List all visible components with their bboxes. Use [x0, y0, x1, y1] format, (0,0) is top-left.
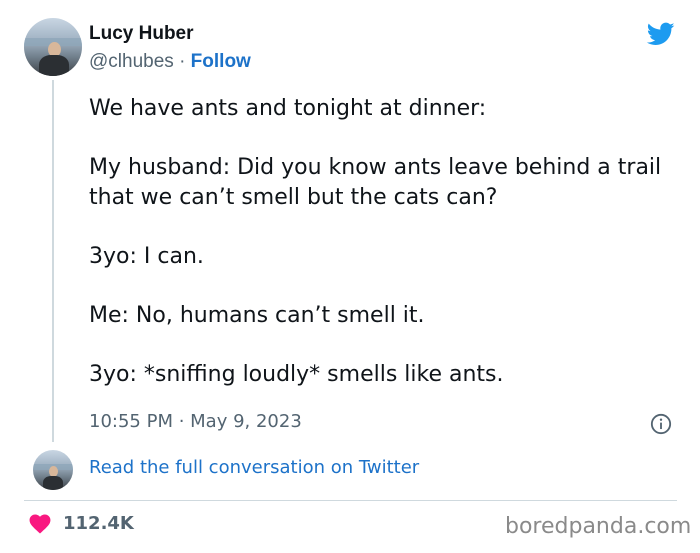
watermark: boredpanda.com: [505, 514, 692, 539]
divider: [24, 500, 677, 501]
tweet-text: We have ants and tonight at dinner: My h…: [89, 94, 689, 389]
handle-separator: ·: [179, 51, 186, 72]
tweet-timestamp[interactable]: 10:55 PM · May 9, 2023: [89, 411, 302, 432]
author-handle-row: @clhubes · Follow: [89, 51, 251, 73]
tweet-paragraph: 3yo: *sniffing loudly* smells like ants.: [89, 361, 504, 387]
author-name[interactable]: Lucy Huber: [89, 23, 194, 45]
like-count[interactable]: 112.4K: [63, 513, 134, 534]
tweet-paragraph: My husband: Did you know ants leave behi…: [89, 155, 662, 210]
info-icon[interactable]: [650, 413, 672, 435]
follow-button[interactable]: Follow: [191, 51, 251, 72]
reply-avatar[interactable]: [33, 450, 73, 490]
tweet-paragraph: Me: No, humans can’t smell it.: [89, 302, 425, 328]
twitter-bird-icon[interactable]: [645, 20, 677, 48]
read-full-conversation-link[interactable]: Read the full conversation on Twitter: [89, 457, 419, 478]
author-handle[interactable]: @clhubes: [89, 51, 174, 72]
thread-line: [52, 80, 54, 442]
author-avatar[interactable]: [24, 18, 82, 76]
tweet-paragraph: 3yo: I can.: [89, 243, 204, 269]
tweet-paragraph: We have ants and tonight at dinner:: [89, 96, 487, 121]
heart-icon[interactable]: [29, 514, 51, 534]
